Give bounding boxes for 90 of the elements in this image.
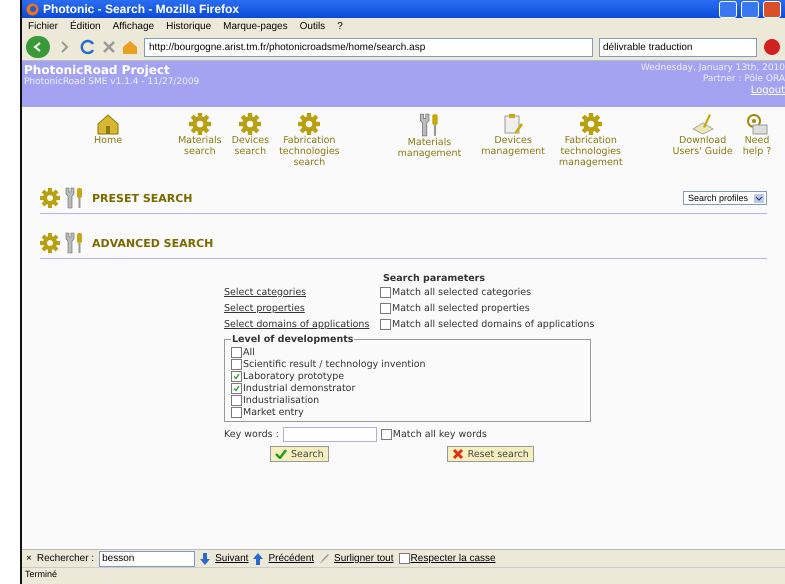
close-findbar-button[interactable]: ×	[26, 553, 32, 564]
cross-icon	[452, 448, 464, 460]
checkbox[interactable]	[231, 359, 242, 370]
section-title: ADVANCED SEARCH	[92, 236, 214, 250]
nav-link[interactable]: Materials management	[398, 113, 462, 179]
checkbox[interactable]	[231, 395, 242, 406]
checkbox-label: Scientific result / technology invention	[243, 359, 426, 370]
tools-icon	[418, 113, 440, 137]
checkbox[interactable]	[231, 407, 242, 418]
window-title: Photonic - Search - Mozilla Firefox	[43, 2, 240, 16]
checkbox[interactable]	[398, 553, 410, 564]
checkbox[interactable]	[231, 383, 242, 394]
checkbox[interactable]	[380, 428, 392, 440]
clipboard-icon	[502, 113, 524, 135]
checkbox[interactable]	[231, 371, 242, 382]
select-link[interactable]: Select domains of applications	[224, 318, 380, 330]
nav-link[interactable]: Devices search	[232, 113, 270, 179]
down-arrow-icon[interactable]	[200, 552, 210, 564]
levels-legend: Level of developments	[231, 334, 354, 345]
menu-item[interactable]: ?	[337, 20, 343, 32]
nav-link[interactable]: Download Users' Guide	[672, 113, 733, 179]
checkbox-label: Market entry	[243, 407, 304, 418]
maximize-button[interactable]	[741, 0, 759, 18]
house-icon	[97, 113, 120, 135]
url-text: http://bourgogne.arist.tm.fr/photonicroadsme/home/search.asp	[149, 42, 426, 52]
back-button[interactable]	[26, 36, 50, 58]
checkbox[interactable]	[380, 302, 391, 314]
nav-link[interactable]: Home	[94, 113, 122, 179]
nav-link[interactable]: Materials search	[178, 113, 222, 179]
gear-icon	[239, 113, 262, 135]
menu-item[interactable]: Édition	[70, 20, 101, 32]
tools-icon	[64, 187, 84, 209]
gear-icon	[188, 113, 211, 135]
menu-item[interactable]: Affichage	[112, 20, 154, 32]
reload-icon[interactable]	[80, 39, 96, 55]
project-title: PhotonicRoad Project	[24, 63, 170, 77]
search-button[interactable]: Search	[270, 446, 329, 462]
nav-link[interactable]: Need help ?	[742, 113, 772, 179]
select-link[interactable]: Select categories	[224, 286, 380, 298]
checkbox-label: Match all selected properties	[392, 302, 530, 314]
profile-dropdown[interactable]: Search profiles	[682, 191, 767, 205]
checkbox-label: Industrial demonstrator	[243, 383, 356, 394]
previous-link[interactable]: Précédent	[268, 553, 314, 564]
checkbox-label: All	[243, 347, 255, 358]
parameters-heading: Search parameters	[382, 273, 486, 284]
next-link[interactable]: Suivant	[215, 553, 248, 564]
status-text: Terminé	[22, 567, 785, 584]
dropdown-arrow-icon	[754, 194, 764, 202]
nav-link[interactable]: Fabrication technologies management	[558, 113, 623, 179]
keywords-label: Key words :	[224, 428, 279, 440]
keywords-field[interactable]	[282, 426, 377, 442]
checkbox-label: Match all selected categories	[392, 286, 532, 298]
select-link[interactable]: Select properties	[224, 302, 380, 314]
tools-icon	[64, 232, 84, 254]
nav-link[interactable]: Devices management	[481, 113, 545, 179]
checkbox[interactable]	[231, 347, 242, 358]
checkbox[interactable]	[380, 318, 391, 330]
nav-link[interactable]: Fabrication technologies search	[279, 113, 340, 179]
match-case-label: Respecter la casse	[410, 553, 496, 564]
menu-item[interactable]: Historique	[166, 20, 212, 32]
gear-icon	[580, 113, 602, 135]
gear-icon	[40, 188, 60, 208]
date-text: Wednesday, January 13th, 2010	[640, 63, 785, 74]
reset-button[interactable]: Reset search	[446, 446, 534, 462]
address-field[interactable]: http://bourgogne.arist.tm.fr/photonicroadsme/home/search.asp	[144, 38, 593, 56]
checkbox-label: Laboratory prototype	[243, 371, 344, 382]
section-title: PRESET SEARCH	[92, 192, 194, 204]
minimize-button[interactable]	[719, 0, 737, 18]
checkbox[interactable]	[380, 286, 391, 298]
checkbox-label: Industrialisation	[243, 395, 320, 406]
checkmark-icon	[275, 449, 287, 459]
find-label: Rechercher :	[36, 553, 94, 564]
highlight-link[interactable]: Surligner tout	[334, 553, 394, 564]
close-button[interactable]	[763, 0, 781, 18]
search-text: délivrable traduction	[603, 42, 692, 52]
partner-text: Partner : Pôle ORA	[702, 74, 785, 85]
search-field[interactable]: délivrable traduction	[599, 38, 757, 56]
menu-item[interactable]: Fichier	[28, 20, 58, 32]
highlighter-icon[interactable]	[319, 552, 330, 564]
checkbox-label: Match all selected domains of applications	[392, 318, 594, 330]
stop-icon[interactable]	[102, 40, 116, 54]
menu-item[interactable]: Marque-pages	[223, 20, 288, 32]
version-text: PhotonicRoad SME v1.1.4 - 11/27/2009	[24, 77, 200, 88]
document-pen-icon	[690, 113, 715, 135]
gear-icon	[298, 113, 320, 135]
gear-icon	[40, 233, 60, 253]
checkbox-label: Match all key words	[392, 428, 487, 440]
menu-item[interactable]: Outils	[300, 20, 326, 32]
up-arrow-icon[interactable]	[253, 552, 264, 564]
find-field[interactable]: besson	[99, 550, 196, 566]
